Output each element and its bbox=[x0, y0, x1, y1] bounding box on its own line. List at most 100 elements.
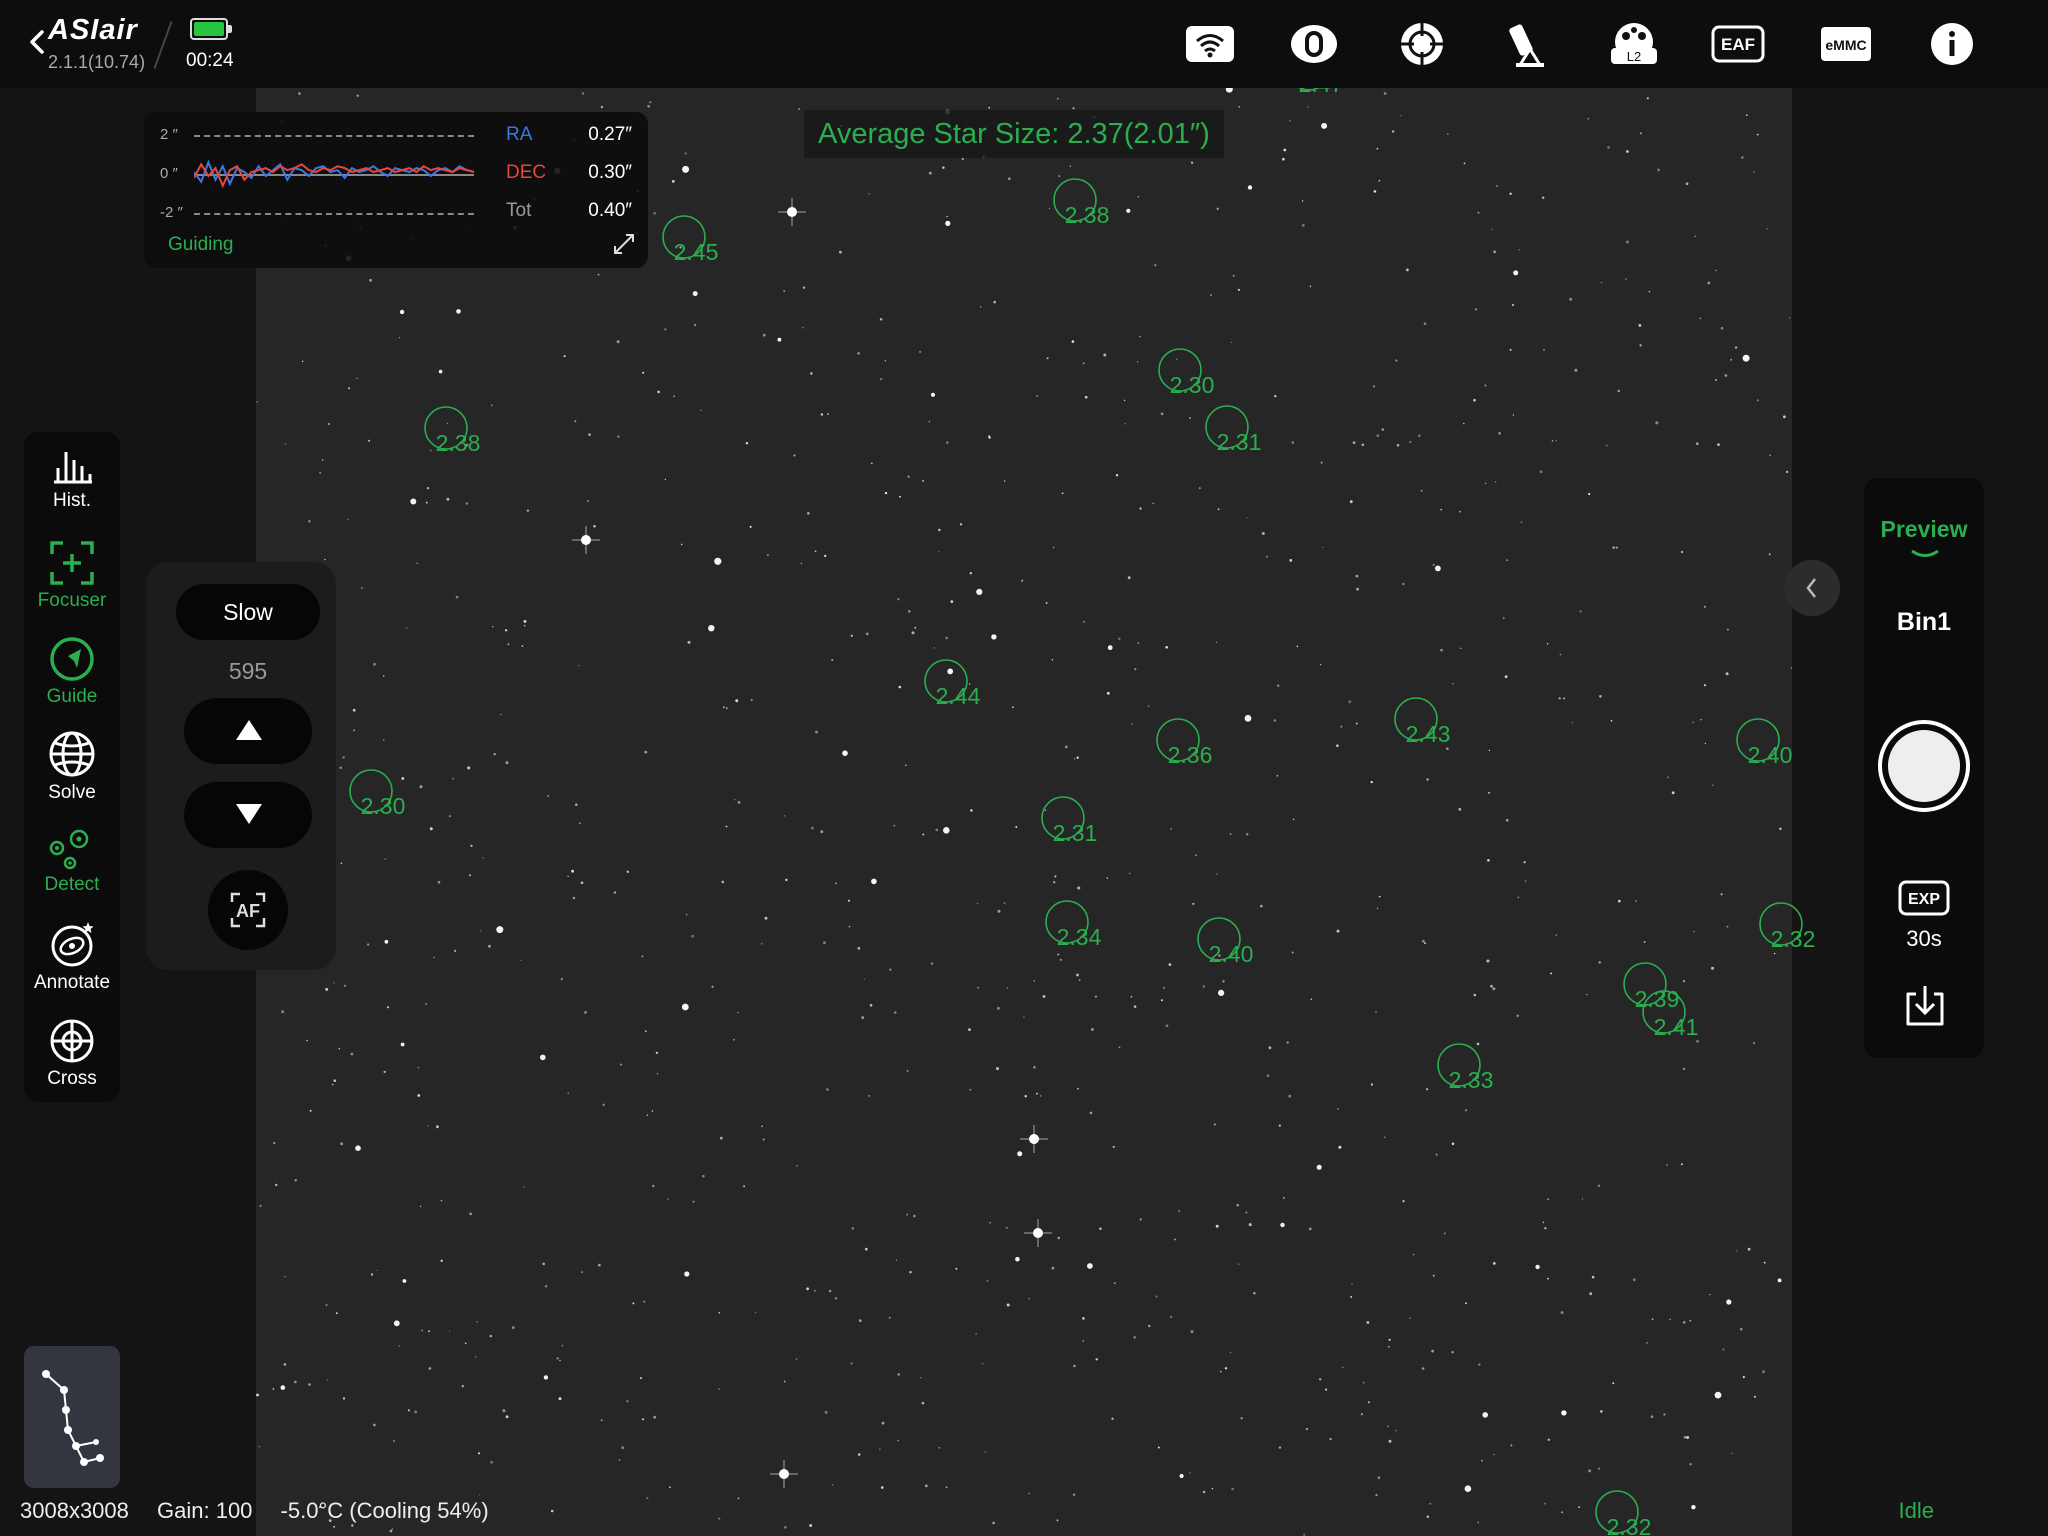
expand-icon[interactable] bbox=[612, 232, 636, 256]
background-star bbox=[1253, 1292, 1256, 1295]
capture-mode-selector[interactable]: Preview bbox=[1864, 516, 1984, 543]
background-star bbox=[997, 909, 1001, 913]
background-star bbox=[1367, 1401, 1370, 1404]
binning-selector[interactable]: Bin1 bbox=[1864, 608, 1984, 637]
background-star bbox=[464, 1342, 467, 1345]
background-star bbox=[922, 833, 925, 836]
background-star bbox=[1124, 423, 1126, 425]
filter-wheel-l2-icon[interactable]: L2 bbox=[1604, 16, 1664, 72]
background-star bbox=[711, 985, 714, 988]
background-star bbox=[1395, 359, 1398, 362]
collapse-panel-button[interactable] bbox=[1784, 560, 1840, 616]
tool-guide[interactable]: Guide bbox=[24, 636, 120, 726]
filter-wheel-icon[interactable] bbox=[1284, 16, 1344, 72]
background-star bbox=[1420, 489, 1423, 492]
exposure-value[interactable]: 30s bbox=[1864, 926, 1984, 952]
tool-detect[interactable]: Detect bbox=[24, 828, 120, 918]
background-star bbox=[880, 378, 883, 381]
background-star bbox=[1571, 721, 1574, 724]
background-star bbox=[1174, 1238, 1176, 1241]
divider bbox=[153, 21, 173, 69]
background-star bbox=[478, 1494, 480, 1496]
bright-star bbox=[1024, 1219, 1052, 1247]
guide-graph-panel[interactable]: 2 ″ 0 ″ -2 ″ RA 0.27″ DEC 0.30″ Tot 0.40… bbox=[144, 112, 648, 268]
tool-cross[interactable]: Cross bbox=[24, 1018, 120, 1108]
background-star bbox=[273, 1142, 276, 1144]
background-star bbox=[319, 471, 322, 474]
background-star bbox=[1139, 1218, 1142, 1221]
background-star bbox=[1021, 579, 1024, 582]
focuser-up-button[interactable] bbox=[184, 698, 312, 764]
background-star bbox=[382, 739, 385, 741]
background-star bbox=[1524, 880, 1527, 882]
background-star bbox=[547, 795, 550, 797]
background-star bbox=[871, 878, 877, 885]
background-star bbox=[1638, 324, 1642, 327]
emmc-icon[interactable]: eMMC bbox=[1816, 16, 1876, 72]
tool-solve[interactable]: Solve bbox=[24, 730, 120, 820]
focuser-speed-button[interactable]: Slow bbox=[176, 584, 320, 640]
background-star bbox=[1588, 1469, 1592, 1473]
background-star bbox=[858, 1319, 862, 1322]
tool-focuser[interactable]: Focuser bbox=[24, 540, 120, 630]
background-star bbox=[1058, 175, 1061, 178]
background-star bbox=[1360, 1413, 1364, 1416]
total-value: 0.40″ bbox=[588, 200, 632, 221]
exposure-icon[interactable]: EXP bbox=[1898, 880, 1950, 916]
background-star bbox=[793, 454, 796, 457]
background-star bbox=[1246, 833, 1249, 836]
arrow-down-icon bbox=[236, 804, 262, 824]
background-star bbox=[1072, 1493, 1076, 1496]
background-star bbox=[928, 420, 931, 423]
info-icon[interactable] bbox=[1922, 16, 1982, 72]
telescope-icon[interactable] bbox=[1498, 16, 1558, 72]
background-star bbox=[718, 1311, 721, 1314]
focuser-down-button[interactable] bbox=[184, 782, 312, 848]
background-star bbox=[356, 94, 359, 97]
eaf-icon[interactable]: EAF bbox=[1708, 16, 1768, 72]
background-star bbox=[325, 1304, 328, 1307]
sensor-temperature: -5.0°C (Cooling 54%) bbox=[280, 1498, 489, 1523]
background-star bbox=[692, 291, 698, 297]
background-star bbox=[574, 420, 577, 423]
background-star bbox=[1045, 602, 1048, 604]
shutter-button[interactable] bbox=[1878, 720, 1970, 812]
background-star bbox=[1319, 663, 1322, 666]
background-star bbox=[1651, 1318, 1654, 1321]
background-star bbox=[1550, 972, 1553, 975]
background-star bbox=[969, 572, 972, 575]
save-download-icon[interactable] bbox=[1902, 984, 1948, 1028]
background-star bbox=[734, 799, 736, 801]
background-star bbox=[368, 439, 371, 442]
background-star bbox=[997, 1006, 1000, 1010]
background-star bbox=[544, 1284, 548, 1288]
background-star bbox=[761, 1125, 763, 1128]
background-star bbox=[1248, 1223, 1252, 1227]
background-star bbox=[1643, 941, 1646, 943]
background-star bbox=[1356, 587, 1359, 591]
background-star bbox=[735, 699, 739, 703]
guide-icon bbox=[50, 637, 94, 681]
background-star bbox=[907, 475, 910, 478]
autofocus-button[interactable]: AF bbox=[208, 870, 288, 950]
background-star bbox=[641, 955, 644, 958]
background-star bbox=[1612, 1382, 1615, 1385]
background-star bbox=[1569, 297, 1573, 301]
tool-annotate[interactable]: Annotate bbox=[24, 920, 120, 1010]
background-star bbox=[1694, 235, 1696, 238]
background-star bbox=[348, 387, 350, 390]
background-star bbox=[1726, 925, 1729, 928]
mount-icon[interactable] bbox=[1392, 16, 1452, 72]
background-star bbox=[1059, 958, 1062, 961]
background-star bbox=[1028, 1297, 1030, 1300]
background-star bbox=[1127, 576, 1131, 580]
background-star bbox=[928, 171, 932, 175]
sky-atlas-thumbnail[interactable] bbox=[24, 1346, 120, 1488]
wifi-icon[interactable] bbox=[1180, 16, 1240, 72]
background-star bbox=[784, 1525, 787, 1529]
background-star bbox=[914, 626, 917, 629]
background-star bbox=[275, 1183, 278, 1187]
tool-histogram[interactable]: Hist. bbox=[24, 446, 120, 536]
capture-state: Idle bbox=[1898, 1498, 1934, 1523]
background-star bbox=[1291, 951, 1294, 954]
